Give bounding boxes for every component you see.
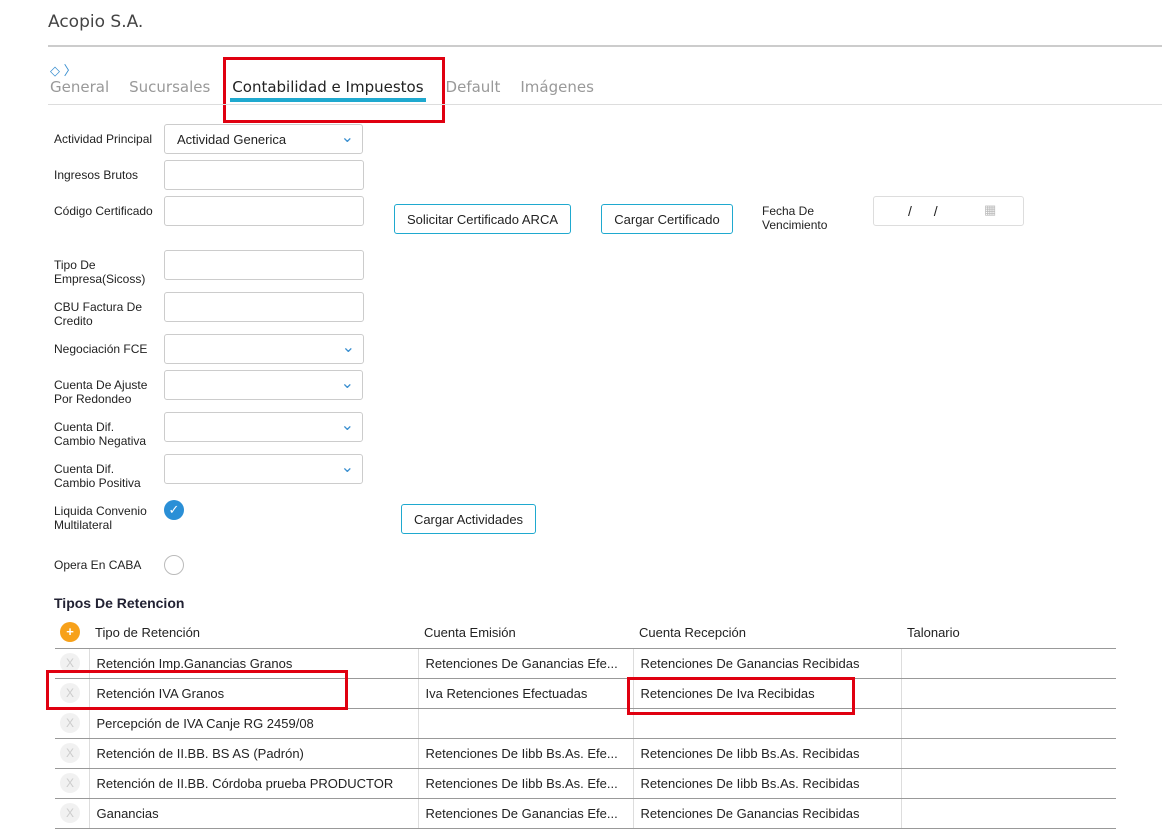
delete-row-icon[interactable]: X	[60, 773, 80, 793]
table-cell[interactable]	[900, 708, 1116, 739]
cargar-certificado-button[interactable]: Cargar Certificado	[601, 204, 733, 234]
table-cell[interactable]: Retenciones De Iibb Bs.As. Efe...	[417, 738, 633, 769]
label: Cuenta De Ajuste Por Redondeo	[54, 378, 148, 406]
add-row-icon[interactable]: +	[60, 622, 80, 643]
table-cell[interactable]: Retenciones De Iibb Bs.As. Efe...	[417, 768, 633, 799]
select-value: Actividad Generica	[177, 132, 287, 147]
cuenta-ajuste-select[interactable]	[164, 370, 363, 400]
retenciones-table: + Tipo de Retención Cuenta Emisión Cuent…	[55, 617, 1116, 829]
table-cell[interactable]: Retenciones De Ganancias Efe...	[417, 798, 633, 829]
tab-default[interactable]: Default	[446, 78, 501, 102]
label: Tipo De Empresa(Sicoss)	[54, 258, 146, 286]
divider	[48, 45, 1162, 47]
column-header: Cuenta Recepción	[633, 617, 901, 649]
page-title: Acopio S.A.	[48, 12, 144, 32]
cbu-input[interactable]	[164, 292, 364, 322]
date-value: / /	[908, 203, 938, 219]
label: Fecha De Vencimiento	[762, 204, 828, 232]
tab-general[interactable]: General	[50, 78, 109, 102]
column-header: Talonario	[901, 617, 1116, 649]
column-header: Tipo de Retención	[89, 617, 418, 649]
chevron-right-icon: 〉	[63, 63, 77, 78]
label: Cuenta Dif. Cambio Negativa	[54, 420, 147, 448]
tab-imagenes[interactable]: Imágenes	[520, 78, 594, 102]
table-cell[interactable]: Retención de II.BB. BS AS (Padrón)	[88, 738, 418, 769]
ingresos-brutos-input[interactable]	[164, 160, 364, 190]
delete-row-icon[interactable]: X	[60, 743, 80, 763]
caba-checkbox[interactable]	[164, 555, 184, 575]
tag-icon: ◇	[50, 63, 60, 78]
table-cell[interactable]	[900, 798, 1116, 829]
label: Negociación FCE	[54, 342, 148, 356]
divider	[48, 104, 1162, 105]
convenio-checkbox[interactable]: ✓	[164, 500, 184, 520]
label: Actividad Principal	[54, 132, 153, 146]
highlight-box	[46, 670, 348, 710]
label: Cuenta Dif. Cambio Positiva	[54, 462, 141, 490]
table-cell[interactable]: Retención de II.BB. Córdoba prueba PRODU…	[88, 768, 418, 799]
table-cell[interactable]: Retenciones De Ganancias Recibidas	[632, 648, 901, 679]
table-row[interactable]: X Retención de II.BB. BS AS (Padrón) Reten…	[55, 738, 1116, 769]
table-cell[interactable]	[417, 708, 633, 739]
column-header: Cuenta Emisión	[418, 617, 633, 649]
breadcrumb[interactable]: ◇ 〉	[50, 60, 77, 79]
highlight-box	[627, 677, 855, 715]
table-cell[interactable]	[900, 678, 1116, 709]
table-cell[interactable]: Ganancias	[88, 798, 418, 829]
table-row[interactable]: X Ganancias Retenciones De Ganancias Efe..…	[55, 798, 1116, 829]
delete-row-icon[interactable]: X	[60, 713, 80, 733]
codigo-certificado-input[interactable]	[164, 196, 364, 226]
table-cell[interactable]: Retenciones De Iibb Bs.As. Recibidas	[632, 768, 901, 799]
delete-row-icon[interactable]: X	[60, 803, 80, 823]
table-cell[interactable]: Retenciones De Ganancias Efe...	[417, 648, 633, 679]
cargar-actividades-button[interactable]: Cargar Actividades	[401, 504, 536, 534]
highlight-box	[223, 57, 445, 123]
table-cell[interactable]: Percepción de IVA Canje RG 2459/08	[88, 708, 418, 739]
solicitar-certificado-button[interactable]: Solicitar Certificado ARCA	[394, 204, 571, 234]
cuenta-dif-positiva-select[interactable]	[164, 454, 363, 484]
table-cell[interactable]	[900, 738, 1116, 769]
label: CBU Factura De Credito	[54, 300, 143, 328]
tab-sucursales[interactable]: Sucursales	[129, 78, 210, 102]
label: Código Certificado	[54, 204, 153, 218]
cuenta-dif-negativa-select[interactable]	[164, 412, 363, 442]
table-cell[interactable]: Iva Retenciones Efectuadas	[417, 678, 633, 709]
label: Liquida Convenio Multilateral	[54, 504, 147, 532]
table-row[interactable]: X Retención de II.BB. Córdoba prueba PROD…	[55, 768, 1116, 799]
tipo-empresa-input[interactable]	[164, 250, 364, 280]
section-title: Tipos De Retencion	[54, 595, 185, 611]
table-cell[interactable]: Retenciones De Iibb Bs.As. Recibidas	[632, 738, 901, 769]
table-cell[interactable]	[900, 648, 1116, 679]
calendar-icon[interactable]: ▦	[984, 202, 996, 218]
fecha-vencimiento-input[interactable]: / / ▦	[873, 196, 1024, 226]
label: Ingresos Brutos	[54, 168, 139, 182]
table-cell[interactable]	[900, 768, 1116, 799]
negociacion-fce-select[interactable]	[164, 334, 364, 364]
actividad-principal-select[interactable]: Actividad Generica	[164, 124, 363, 154]
table-row[interactable]: X Percepción de IVA Canje RG 2459/08	[55, 708, 1116, 739]
table-cell[interactable]: Retenciones De Ganancias Recibidas	[632, 798, 901, 829]
label: Opera En CABA	[54, 558, 142, 572]
